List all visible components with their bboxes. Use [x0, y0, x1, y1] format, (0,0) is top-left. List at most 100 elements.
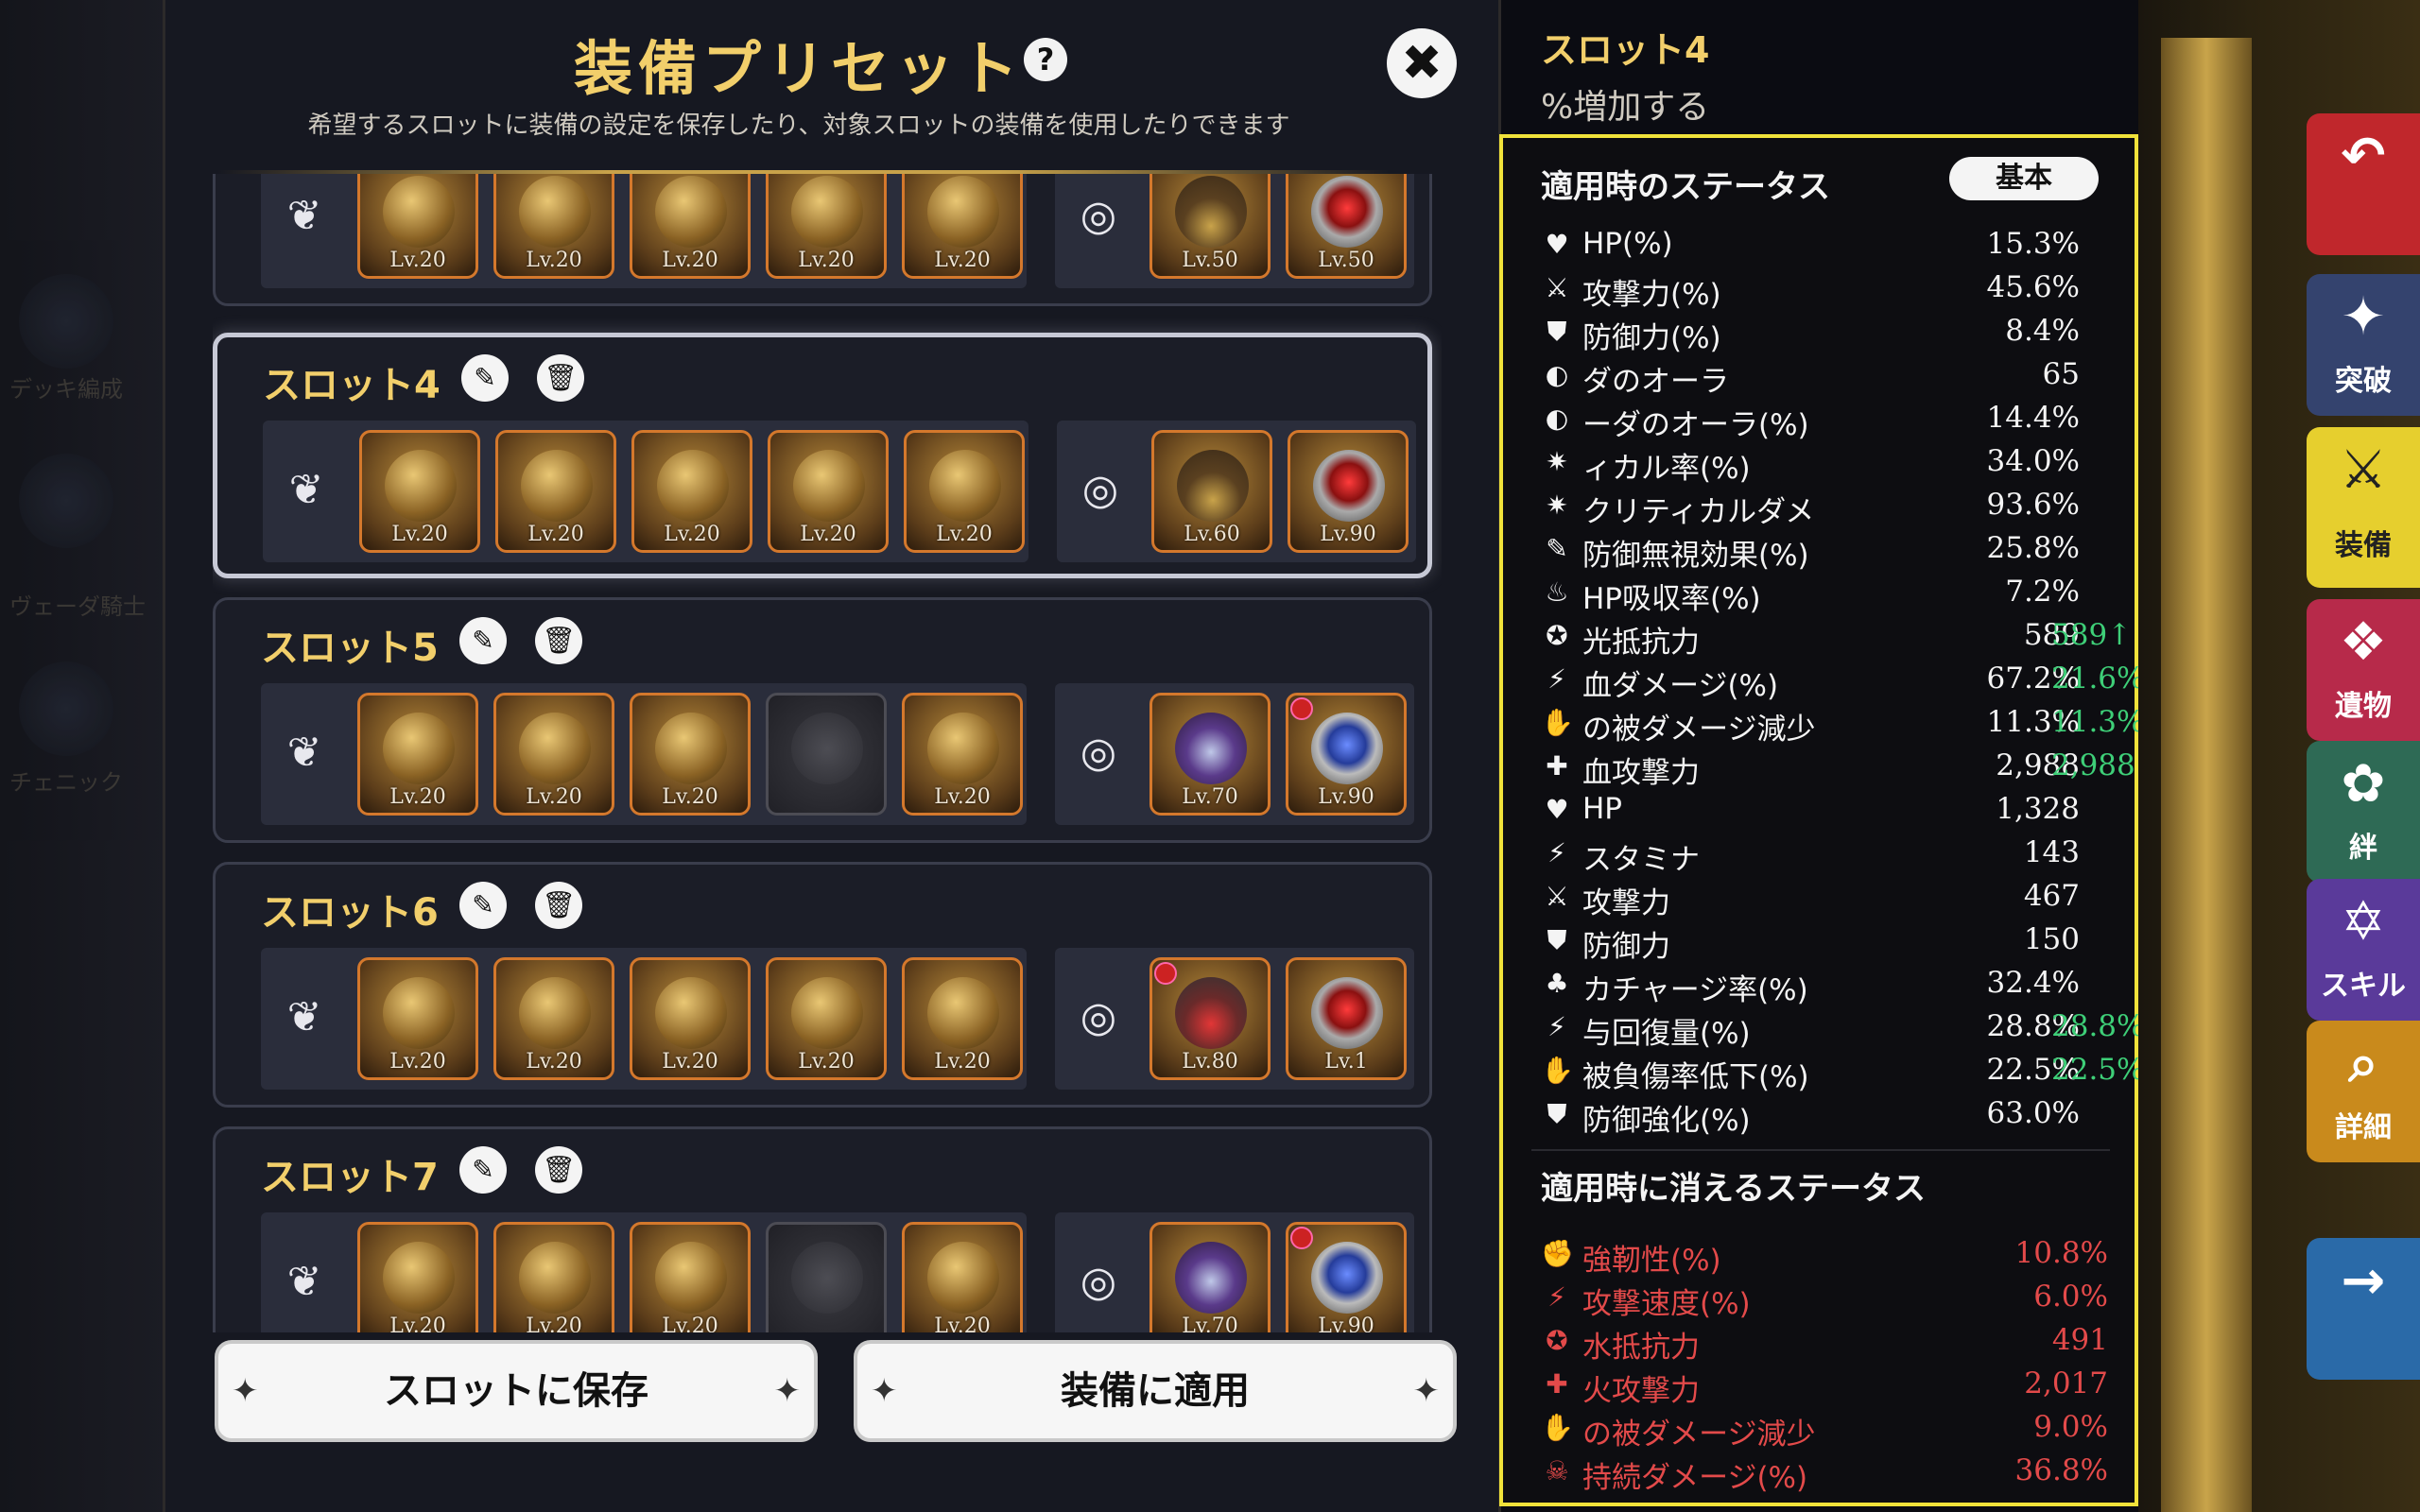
- equipment-item[interactable]: Lv.20: [630, 174, 751, 279]
- equipment-item[interactable]: Lv.20: [357, 957, 478, 1080]
- equipment-item[interactable]: Lv.20: [902, 1222, 1023, 1332]
- detail-icon: ⌕: [2348, 1033, 2378, 1094]
- trash-icon[interactable]: 🗑: [535, 617, 582, 664]
- side-tab-bond[interactable]: ✿ 絆: [2307, 741, 2420, 883]
- side-tab-break[interactable]: ✦ 突破: [2307, 274, 2420, 416]
- ring-item[interactable]: Lv.1: [1286, 957, 1407, 1080]
- equipment-item[interactable]: Lv.20: [630, 693, 751, 816]
- equipment-preset-modal: 装備プリセット ? ✖ 希望するスロットに装備の設定を保存したり、対象スロットの…: [163, 0, 1501, 1512]
- stat-icon: ⚡: [1547, 837, 1566, 868]
- ring-item[interactable]: Lv.90: [1288, 430, 1409, 553]
- deck-icon: [19, 274, 113, 369]
- slot-name: スロット7: [261, 1156, 439, 1199]
- necklace-item[interactable]: Lv.70: [1150, 1222, 1270, 1332]
- preset-slot[interactable]: ❦ Lv.20 Lv.20 Lv.20 Lv.20 Lv.20 ◎ Lv.50 Lv.50: [213, 174, 1432, 306]
- stat-name: 防御力(%): [1582, 321, 1721, 355]
- stat-row: ⛊ 防御力 150: [1541, 920, 2108, 964]
- star-icon: ✦: [773, 1372, 802, 1410]
- equipment-icon: [521, 450, 593, 522]
- save-to-slot-button[interactable]: ✦ スロットに保存 ✦: [215, 1340, 818, 1442]
- edit-icon[interactable]: ✎: [459, 617, 507, 664]
- trash-icon[interactable]: 🗑: [535, 882, 582, 929]
- side-tab-relic[interactable]: ❖ 遺物: [2307, 599, 2420, 741]
- item-level: Lv.20: [934, 785, 991, 809]
- equipment-item[interactable]: Lv.20: [630, 1222, 751, 1332]
- help-icon[interactable]: ?: [1024, 38, 1067, 81]
- equipment-item[interactable]: Lv.20: [493, 174, 614, 279]
- stat-icon: ⚔: [1545, 881, 1569, 912]
- stat-icon: ⛊: [1547, 924, 1567, 955]
- equipment-item[interactable]: Lv.20: [768, 430, 889, 553]
- equipment-group: ❦ Lv.20 Lv.20 Lv.20 Lv.20: [261, 1212, 1027, 1332]
- equipment-item[interactable]: Lv.20: [631, 430, 752, 553]
- equipment-item[interactable]: Lv.20: [357, 693, 478, 816]
- preset-slot[interactable]: スロット7 ✎ 🗑 ❦ Lv.20 Lv.20 Lv.20 Lv.20 ◎ Lv.70 Lv.90: [213, 1126, 1432, 1332]
- edit-icon[interactable]: ✎: [459, 1146, 507, 1194]
- apply-equipment-button[interactable]: ✦ 装備に適用 ✦: [854, 1340, 1457, 1442]
- side-tab-skill[interactable]: ✡ スキル: [2307, 879, 2420, 1021]
- side-tab-equip[interactable]: ⚔ 装備: [2307, 427, 2420, 588]
- base-button[interactable]: 基本: [1949, 157, 2099, 200]
- equipment-item[interactable]: Lv.20: [902, 693, 1023, 816]
- equipment-item[interactable]: Lv.20: [357, 1222, 478, 1332]
- preset-slot[interactable]: スロット6 ✎ 🗑 ❦ Lv.20 Lv.20 Lv.20 Lv.20 Lv.20 ◎ Lv.80 L…: [213, 862, 1432, 1108]
- item-level: Lv.80: [1182, 1050, 1238, 1074]
- preset-slot[interactable]: スロット4 ✎ 🗑 ❦ Lv.20 Lv.20 Lv.20 Lv.20 Lv.20 ◎ Lv.60 L…: [213, 333, 1432, 578]
- stat-value: 6.0%: [2033, 1280, 2108, 1314]
- stat-row: ♣ カチャージ率(%) 32.4%: [1541, 964, 2108, 1007]
- equipment-item[interactable]: Lv.20: [493, 1222, 614, 1332]
- necklace-item[interactable]: Lv.70: [1150, 693, 1270, 816]
- removed-stat-row: ✋ の被ダメージ減少 9.0%: [1541, 1408, 2108, 1452]
- slot-list[interactable]: ❦ Lv.20 Lv.20 Lv.20 Lv.20 Lv.20 ◎ Lv.50 Lv.50 スロッ…: [213, 174, 1442, 1332]
- side-tab-label: スキル: [2321, 970, 2406, 1003]
- edit-icon[interactable]: ✎: [461, 354, 509, 402]
- equipment-item[interactable]: Lv.20: [904, 430, 1025, 553]
- preset-slot[interactable]: スロット5 ✎ 🗑 ❦ Lv.20 Lv.20 Lv.20 Lv.20 ◎ Lv.70 Lv.90: [213, 597, 1432, 843]
- equipment-icon: [383, 713, 455, 784]
- equipment-item[interactable]: Lv.20: [902, 957, 1023, 1080]
- equipment-item[interactable]: Lv.20: [359, 430, 480, 553]
- equipment-item[interactable]: Lv.20: [495, 430, 616, 553]
- necklace-item[interactable]: Lv.80: [1150, 957, 1270, 1080]
- equipment-item[interactable]: Lv.20: [766, 957, 887, 1080]
- equipment-item[interactable]: Lv.20: [493, 957, 614, 1080]
- book-frame: [2161, 38, 2252, 1512]
- empty-equipment-slot[interactable]: [766, 693, 887, 816]
- ring-icon: [1311, 713, 1383, 784]
- stat-name: ィカル率(%): [1582, 452, 1751, 486]
- trash-icon[interactable]: 🗑: [535, 1146, 582, 1194]
- equipment-icon: [655, 1242, 727, 1314]
- equipment-item[interactable]: Lv.20: [493, 693, 614, 816]
- side-tab-next[interactable]: →: [2307, 1238, 2420, 1380]
- stat-name: 防御強化(%): [1582, 1104, 1751, 1138]
- knight-icon: [19, 454, 113, 548]
- equipment-icon: [383, 977, 455, 1049]
- equipment-item[interactable]: Lv.20: [630, 957, 751, 1080]
- stat-value: 34.0%: [1986, 444, 2080, 478]
- stat-name: の被ダメージ減少: [1582, 713, 1816, 747]
- stat-icon: ♨: [1545, 576, 1569, 608]
- ring-item[interactable]: Lv.50: [1286, 174, 1407, 279]
- bg-label-deck: デッキ編成: [9, 376, 123, 403]
- edit-icon[interactable]: ✎: [459, 882, 507, 929]
- empty-equipment-slot[interactable]: [766, 1222, 887, 1332]
- stat-name: HP(%): [1582, 227, 1673, 261]
- equipment-item[interactable]: Lv.20: [357, 174, 478, 279]
- equipment-item[interactable]: Lv.20: [902, 174, 1023, 279]
- accessory-group: ◎ Lv.80 Lv.1: [1055, 948, 1414, 1090]
- side-tab-back[interactable]: ↶: [2307, 113, 2420, 255]
- ring-item[interactable]: Lv.90: [1286, 1222, 1407, 1332]
- slot-name: スロット4: [263, 364, 441, 407]
- close-button[interactable]: ✖: [1387, 28, 1457, 98]
- item-level: Lv.20: [527, 523, 584, 546]
- stat-row: ⚡ 血ダメージ(%) 67.2% 21.6%↑: [1541, 660, 2169, 703]
- side-tab-label: 遺物: [2335, 690, 2392, 723]
- equipment-item[interactable]: Lv.20: [766, 174, 887, 279]
- ring-item[interactable]: Lv.90: [1286, 693, 1407, 816]
- necklace-item[interactable]: Lv.50: [1150, 174, 1270, 279]
- side-tab-detail[interactable]: ⌕ 詳細: [2307, 1021, 2420, 1162]
- trash-icon[interactable]: 🗑: [537, 354, 584, 402]
- necklace-item[interactable]: Lv.60: [1151, 430, 1272, 553]
- removed-stat-row: ✪ 水抵抗力 491: [1541, 1321, 2108, 1365]
- stat-icon: ☠: [1545, 1455, 1569, 1486]
